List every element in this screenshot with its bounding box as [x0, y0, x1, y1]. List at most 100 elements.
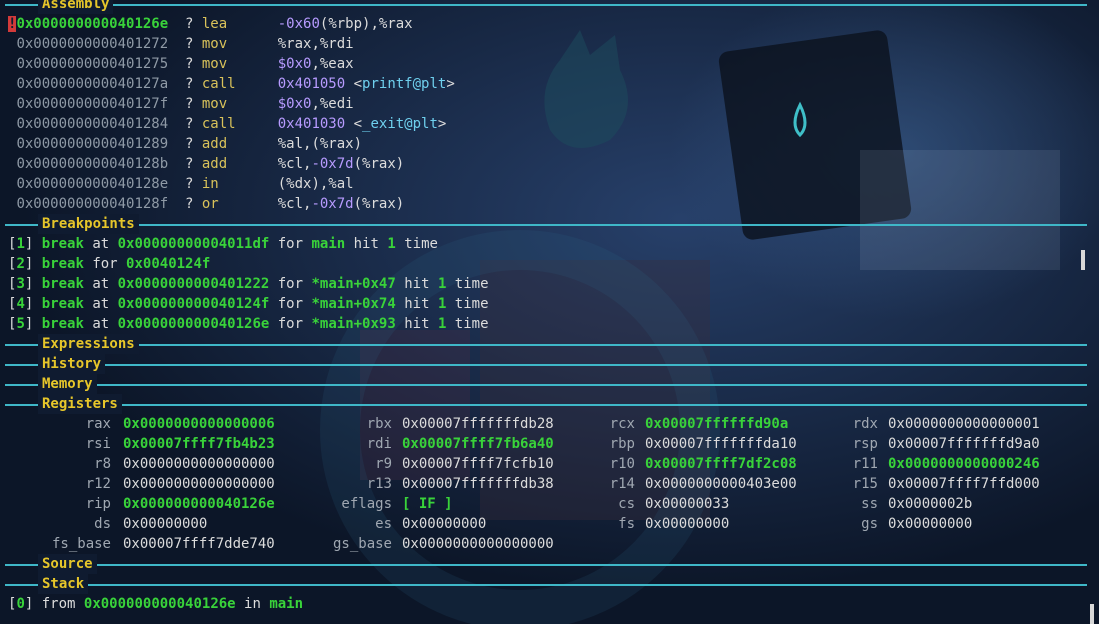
- breakpoint-segment: for: [269, 276, 312, 292]
- register-name: fs: [618, 516, 635, 532]
- instruction-operand: <: [345, 116, 363, 132]
- assembly-line: 0x0000000000401272 ? mov %rax,%rdi: [8, 34, 353, 54]
- section-rule: [5, 4, 1087, 6]
- section-header-stack: Stack: [5, 574, 1087, 594]
- section-rule: [5, 224, 1087, 226]
- assembly-line: 0x000000000040128b ? add %cl,-0x7d(%rax): [8, 154, 404, 174]
- register-value: 0x0000000000000001: [888, 416, 1040, 432]
- breakpoint-segment: time: [446, 296, 489, 312]
- section-header-expressions: Expressions: [5, 334, 1087, 354]
- breakpoint-segment: ]: [24, 296, 42, 312]
- breakpoint-segment: ]: [24, 276, 42, 292]
- breakpoint-segment: main: [311, 236, 346, 252]
- instruction-flag: ?: [168, 96, 202, 112]
- register-value: 0x00000000: [123, 516, 208, 532]
- section-rule: [5, 344, 1087, 346]
- section-title: Assembly: [38, 0, 114, 14]
- assembly-line: 0x0000000000401289 ? add %al,(%rax): [8, 134, 362, 154]
- instruction-address: 0x000000000040128f: [16, 196, 169, 212]
- instruction-flag: ?: [168, 196, 202, 212]
- breakpoint-segment: 2: [16, 256, 25, 272]
- breakpoint-segment: hit: [395, 316, 438, 332]
- section-title: Source: [38, 554, 97, 574]
- register-name: r10: [609, 456, 635, 472]
- instruction-address: 0x000000000040128e: [16, 176, 169, 192]
- instruction-operand: >: [446, 76, 455, 92]
- section-rule: [5, 364, 1087, 366]
- breakpoint-segment: *main+0x93: [311, 316, 396, 332]
- instruction-operand: >: [437, 116, 447, 132]
- register-name: rbp: [609, 436, 635, 452]
- stack-segment: in: [235, 596, 270, 612]
- breakpoint-segment: time: [446, 316, 489, 332]
- section-rule: [5, 564, 1087, 566]
- instruction-mnemonic: mov: [201, 36, 278, 52]
- breakpoint-segment: at: [83, 296, 118, 312]
- assembly-line: !0x000000000040126e ? lea -0x60(%rbp),%r…: [8, 14, 413, 34]
- instruction-address: 0x000000000040128b: [16, 156, 169, 172]
- breakpoint-segment: for: [269, 316, 312, 332]
- register-value: 0x0000000000000000: [402, 536, 554, 552]
- breakpoint-segment: 0x00000000004011df: [117, 236, 270, 252]
- register-name: rbx: [366, 416, 392, 432]
- instruction-operand: <: [345, 76, 363, 92]
- register-name: rcx: [609, 416, 635, 432]
- instruction-mnemonic: call: [201, 76, 278, 92]
- register-value: 0x00007ffff7dde740: [123, 536, 275, 552]
- instruction-operand: (%rbp),%rax: [319, 16, 413, 32]
- instruction-mnemonic: or: [201, 196, 278, 212]
- register-name: ss: [861, 496, 878, 512]
- register-value: 0x00000000: [402, 516, 487, 532]
- breakpoint-segment: break: [41, 256, 84, 272]
- breakpoint-segment: hit: [395, 276, 438, 292]
- instruction-mnemonic: in: [201, 176, 278, 192]
- instruction-operand: -0x60: [277, 16, 320, 32]
- register-name: r14: [609, 476, 635, 492]
- breakpoint-segment: time: [446, 276, 489, 292]
- assembly-line: 0x0000000000401275 ? mov $0x0,%eax: [8, 54, 353, 74]
- breakpoint-segment: *main+0x47: [311, 276, 396, 292]
- breakpoint-segment: break: [41, 316, 84, 332]
- register-name: r9: [375, 456, 392, 472]
- instruction-operand: -0x7d: [311, 156, 354, 172]
- assembly-line: 0x000000000040128f ? or %cl,-0x7d(%rax): [8, 194, 404, 214]
- breakpoint-segment: 0x0040124f: [126, 256, 211, 272]
- register-value: 0x0000002b: [888, 496, 973, 512]
- register-name: rip: [85, 496, 111, 512]
- instruction-mnemonic: lea: [201, 16, 278, 32]
- breakpoint-segment: 0x000000000040126e: [117, 316, 270, 332]
- register-value: 0x0000000000000006: [123, 416, 275, 432]
- instruction-flag: ?: [168, 16, 202, 32]
- breakpoint-segment: for: [269, 236, 312, 252]
- instruction-flag: ?: [168, 56, 202, 72]
- instruction-operand: printf@plt: [362, 76, 447, 92]
- register-value: 0x0000000000000246: [888, 456, 1040, 472]
- register-value: [ IF ]: [402, 496, 453, 512]
- register-value: 0x00000000: [888, 516, 973, 532]
- breakpoint-segment: 4: [16, 296, 25, 312]
- instruction-flag: ?: [168, 116, 202, 132]
- assembly-line: 0x000000000040127f ? mov $0x0,%edi: [8, 94, 353, 114]
- section-header-source: Source: [5, 554, 1087, 574]
- breakpoint-segment: break: [41, 236, 84, 252]
- section-title: Expressions: [38, 334, 139, 354]
- register-name: gs_base: [332, 536, 392, 552]
- breakpoint-line: [3] break at 0x0000000000401222 for *mai…: [8, 274, 489, 294]
- instruction-address: 0x0000000000401284: [16, 116, 169, 132]
- assembly-line: 0x000000000040127a ? call 0x401050 <prin…: [8, 74, 455, 94]
- breakpoint-segment: at: [83, 236, 118, 252]
- section-header-registers: Registers: [5, 394, 1087, 414]
- breakpoint-segment: break: [41, 296, 84, 312]
- section-title: Registers: [38, 394, 122, 414]
- section-title: Breakpoints: [38, 214, 139, 234]
- instruction-mnemonic: add: [201, 136, 278, 152]
- assembly-line: 0x000000000040128e ? in (%dx),%al: [8, 174, 353, 194]
- section-header-breakpoints: Breakpoints: [5, 214, 1087, 234]
- instruction-mnemonic: mov: [201, 96, 278, 112]
- register-name: r15: [852, 476, 878, 492]
- register-name: rdi: [366, 436, 392, 452]
- instruction-operand: $0x0: [277, 56, 312, 72]
- stack-frame: [0] from 0x000000000040126e in main: [8, 594, 303, 614]
- breakpoint-segment: ]: [24, 316, 42, 332]
- breakpoint-segment: 0x0000000000401222: [117, 276, 270, 292]
